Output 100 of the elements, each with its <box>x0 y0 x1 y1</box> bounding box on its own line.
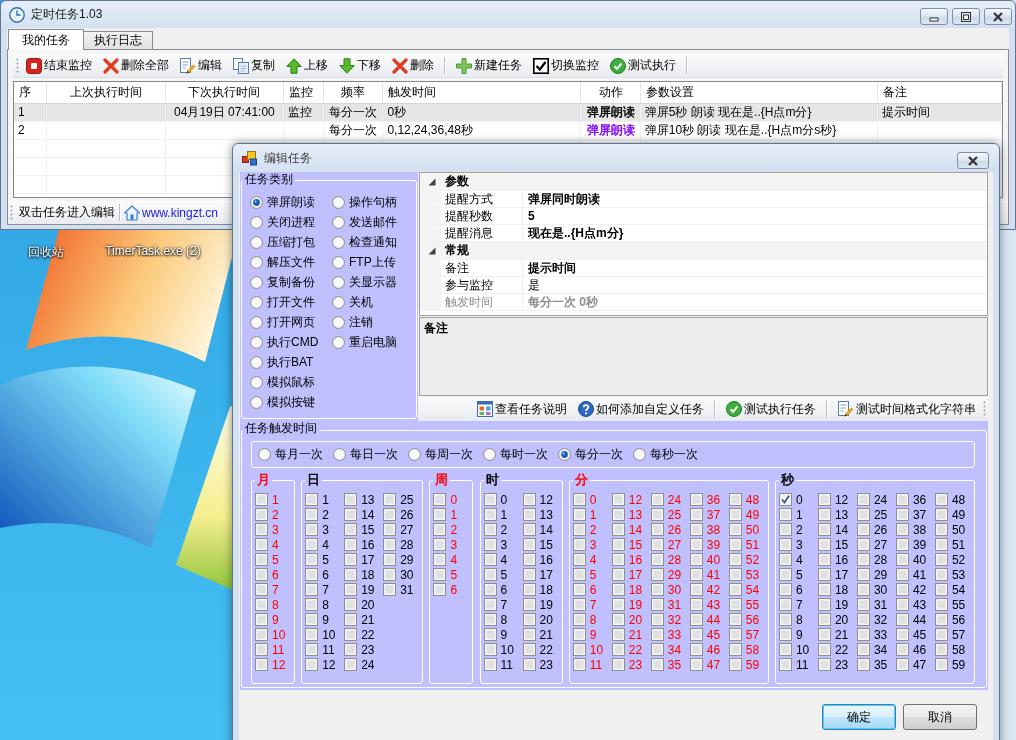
radio-button[interactable] <box>332 215 345 229</box>
dialog-button[interactable]: 确定 <box>822 704 896 730</box>
checkbox[interactable] <box>483 508 497 521</box>
checkbox[interactable] <box>934 508 948 521</box>
radio-button[interactable] <box>250 235 263 249</box>
checkbox[interactable] <box>344 658 358 671</box>
checkbox[interactable] <box>778 658 792 671</box>
radio-button[interactable] <box>258 448 271 461</box>
checkbox-label[interactable]: 19 <box>834 597 849 612</box>
radio-label[interactable]: 每分一次 <box>575 446 623 463</box>
checkbox-label[interactable]: 17 <box>834 567 849 582</box>
checkbox[interactable] <box>255 613 268 626</box>
checkbox[interactable] <box>611 568 625 581</box>
toolbar-button[interactable]: 编辑 <box>176 54 226 77</box>
checkbox-label[interactable]: 54 <box>951 582 966 597</box>
toolbar-button[interactable]: 查看任务说明 <box>473 398 571 420</box>
checkbox-label[interactable]: 22 <box>361 627 375 642</box>
radio-label[interactable]: 关显示器 <box>349 273 397 291</box>
checkbox[interactable] <box>689 628 703 641</box>
checkbox[interactable] <box>895 508 909 521</box>
checkbox[interactable] <box>856 643 870 656</box>
checkbox-label[interactable]: 1 <box>795 507 803 522</box>
checkbox-label[interactable]: 10 <box>322 627 336 642</box>
checkbox[interactable] <box>817 658 831 671</box>
checkbox[interactable] <box>728 583 742 596</box>
radio-button[interactable] <box>250 275 263 289</box>
property-value[interactable]: 提示时间 <box>523 260 576 276</box>
radio-button[interactable] <box>408 448 421 461</box>
checkbox[interactable] <box>611 493 625 506</box>
checkbox-label[interactable]: 17 <box>539 567 553 582</box>
checkbox-label[interactable]: 30 <box>400 567 414 582</box>
checkbox-label[interactable]: 31 <box>873 597 888 612</box>
checkbox[interactable] <box>856 568 870 581</box>
checkbox[interactable] <box>522 568 536 581</box>
checkbox-label[interactable]: 3 <box>322 522 329 537</box>
checkbox-label[interactable]: 3 <box>500 537 508 552</box>
checkbox[interactable] <box>383 523 397 536</box>
checkbox[interactable] <box>689 583 703 596</box>
column-header[interactable]: 动作 <box>581 82 641 103</box>
checkbox[interactable] <box>344 568 358 581</box>
checkbox-label[interactable]: 25 <box>400 492 414 507</box>
toolbar-button[interactable]: 新建任务 <box>452 54 526 77</box>
checkbox-label[interactable]: 16 <box>539 552 553 567</box>
checkbox[interactable] <box>650 523 664 536</box>
checkbox[interactable] <box>572 553 586 566</box>
checkbox-label[interactable]: 26 <box>400 507 414 522</box>
checkbox[interactable] <box>611 523 625 536</box>
checkbox-label[interactable]: 35 <box>873 657 888 672</box>
checkbox-label[interactable]: 0 <box>795 492 803 507</box>
checkbox[interactable] <box>728 523 742 536</box>
checkbox[interactable] <box>856 493 870 506</box>
checkbox[interactable] <box>728 553 742 566</box>
checkbox-label[interactable]: 14 <box>539 522 553 537</box>
checkbox[interactable] <box>728 493 742 506</box>
checkbox[interactable] <box>344 598 358 611</box>
checkbox-label[interactable]: 15 <box>361 522 375 537</box>
checkbox[interactable] <box>817 613 831 626</box>
checkbox-label[interactable]: 21 <box>361 612 375 627</box>
checkbox-label[interactable]: 18 <box>834 582 849 597</box>
checkbox-label[interactable]: 5 <box>500 567 508 582</box>
checkbox[interactable] <box>689 493 703 506</box>
radio-button[interactable] <box>633 448 646 461</box>
radio-button[interactable] <box>250 215 263 229</box>
checkbox[interactable] <box>572 508 586 521</box>
checkbox[interactable] <box>728 658 742 671</box>
radio-button[interactable] <box>332 195 345 209</box>
checkbox[interactable] <box>305 628 319 641</box>
radio-button[interactable] <box>250 355 263 369</box>
checkbox-label[interactable]: 49 <box>951 507 966 522</box>
checkbox[interactable] <box>611 508 625 521</box>
toolbar-button[interactable]: 测试执行任务 <box>722 398 820 420</box>
checkbox[interactable] <box>611 598 625 611</box>
checkbox[interactable] <box>433 523 447 536</box>
column-header[interactable]: 下次执行时间 <box>165 82 285 103</box>
toolbar-button[interactable]: 如何添加自定义任务 <box>574 398 708 420</box>
checkbox[interactable] <box>344 613 358 626</box>
checkbox[interactable] <box>522 643 536 656</box>
radio-button[interactable] <box>250 255 263 269</box>
radio-label[interactable]: 操作句柄 <box>349 193 397 211</box>
column-header[interactable]: 频率 <box>324 82 384 103</box>
checkbox[interactable] <box>934 568 948 581</box>
checkbox[interactable] <box>522 583 536 596</box>
checkbox[interactable] <box>344 628 358 641</box>
checkbox[interactable] <box>895 658 909 671</box>
checkbox[interactable] <box>572 568 586 581</box>
radio-button[interactable] <box>332 335 345 349</box>
checkbox-label[interactable]: 21 <box>539 627 553 642</box>
checkbox-label[interactable]: 16 <box>834 552 849 567</box>
toolbar-button[interactable]: 删除全部 <box>99 54 173 77</box>
checkbox[interactable] <box>483 553 497 566</box>
checkbox[interactable] <box>483 613 497 626</box>
checkbox-label[interactable]: 28 <box>873 552 888 567</box>
checkbox-label[interactable]: 8 <box>795 612 803 627</box>
checkbox-label[interactable]: 15 <box>834 537 849 552</box>
checkbox[interactable] <box>817 568 831 581</box>
toolbar-button[interactable]: 结束监控 <box>22 54 96 77</box>
checkbox[interactable] <box>483 643 497 656</box>
checkbox-label[interactable]: 41 <box>912 567 927 582</box>
checkbox-label[interactable]: 42 <box>912 582 927 597</box>
checkbox[interactable] <box>611 628 625 641</box>
